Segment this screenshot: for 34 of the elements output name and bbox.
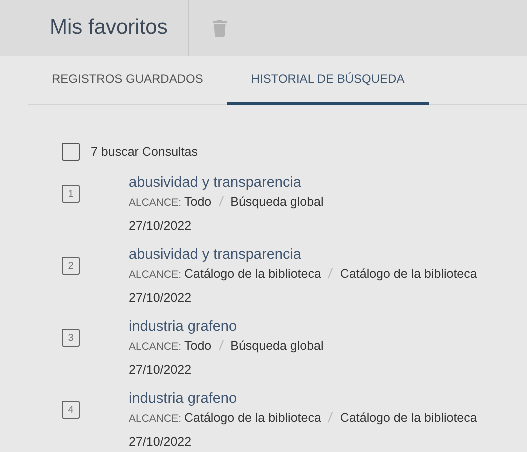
slash-divider-icon (218, 340, 224, 351)
query-date: 27/10/2022 (129, 290, 193, 307)
page-title: Mis favoritos (0, 0, 189, 56)
query-date: 27/10/2022 (129, 218, 193, 235)
source-value: Catálogo de la biblioteca (340, 411, 478, 425)
query-date: 27/10/2022 (129, 362, 193, 379)
scope-value: Todo (184, 195, 212, 209)
slash-divider-icon (328, 268, 334, 279)
query-link[interactable]: abusividad y transparencia (129, 173, 324, 193)
tab[interactable]: REGISTROS GUARDADOS (28, 56, 228, 105)
query-link[interactable]: abusividad y transparencia (129, 245, 478, 265)
number-badge[interactable]: 4 (62, 401, 80, 419)
slash-divider-icon (328, 412, 334, 423)
trash-icon (212, 20, 227, 36)
checkbox[interactable] (62, 143, 80, 161)
number-badge[interactable]: 3 (62, 329, 80, 347)
source-value: Búsqueda global (230, 339, 324, 353)
number-badge[interactable]: 1 (62, 185, 80, 203)
query-date: 27/10/2022 (129, 434, 193, 451)
tab[interactable]: HISTORIAL DE BÚSQUEDA (227, 56, 429, 105)
scope-value: Todo (184, 339, 212, 353)
query-link[interactable]: industria grafeno (129, 389, 478, 409)
source-value: Catálogo de la biblioteca (340, 267, 478, 281)
slash-divider-icon (218, 196, 224, 207)
results-count: 7 buscar Consultas (91, 145, 198, 159)
scope-value: Catálogo de la biblioteca (184, 267, 322, 281)
source-value: Búsqueda global (230, 195, 324, 209)
query-link[interactable]: industria grafeno (129, 317, 324, 337)
scope-label: ALCANCE: (129, 269, 182, 281)
scope-label: ALCANCE: (129, 413, 182, 425)
scope-label: ALCANCE: (129, 341, 182, 353)
scope-value: Catálogo de la biblioteca (184, 411, 322, 425)
scope-label: ALCANCE: (129, 197, 182, 209)
number-badge[interactable]: 2 (62, 257, 80, 275)
